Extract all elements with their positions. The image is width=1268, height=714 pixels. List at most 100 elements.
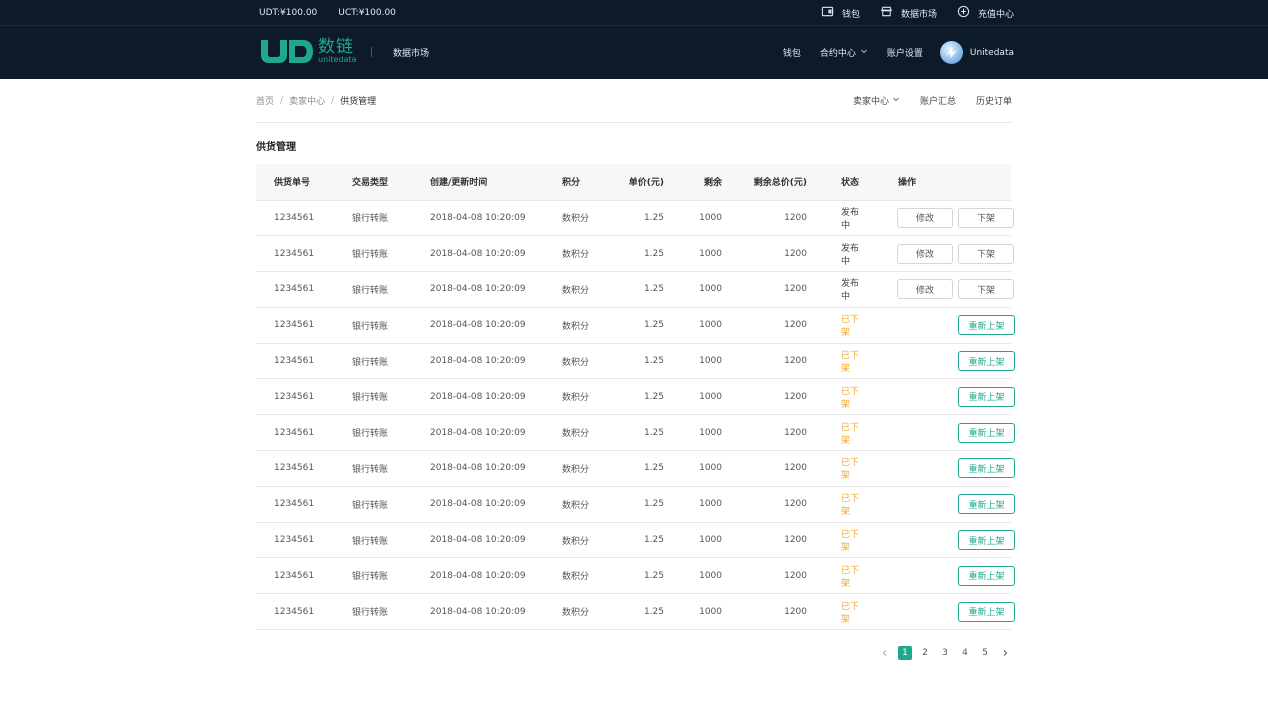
- relist-button[interactable]: 重新上架: [958, 530, 1015, 551]
- cell-remaining: 1000: [699, 570, 722, 581]
- cell-points: 数积分: [562, 321, 590, 332]
- user-menu[interactable]: Unitedata: [939, 41, 1014, 64]
- col-header-price: 单价(元): [628, 178, 664, 189]
- relist-button[interactable]: 重新上架: [958, 386, 1015, 407]
- row-actions: 重新上架: [897, 422, 1015, 443]
- row-actions: 重新上架: [897, 386, 1015, 407]
- cell-points: 数积分: [562, 285, 590, 296]
- relist-button[interactable]: 重新上架: [958, 458, 1015, 479]
- cell-status: 已下架: [841, 565, 860, 589]
- cell-total: 1200: [784, 570, 807, 581]
- brand-text: 数链 unitedata: [318, 38, 356, 64]
- page-3-button[interactable]: 3: [938, 646, 952, 660]
- pagination-wrap: 12345: [256, 646, 1012, 676]
- chevron-left-icon[interactable]: [878, 646, 892, 660]
- relist-button[interactable]: 重新上架: [958, 422, 1015, 443]
- chevron-down-icon: [892, 95, 900, 106]
- relist-button[interactable]: 重新上架: [958, 601, 1015, 622]
- breadcrumb-seller-center[interactable]: 卖家中心: [289, 94, 325, 107]
- col-header-id: 供货单号: [274, 178, 311, 189]
- cell-id: 1234561: [274, 535, 315, 546]
- subnav-history-orders[interactable]: 历史订单: [976, 94, 1012, 107]
- relist-button[interactable]: 重新上架: [958, 351, 1015, 372]
- cell-status: 已下架: [841, 458, 860, 482]
- cell-total: 1200: [784, 320, 807, 331]
- edit-button[interactable]: 修改: [897, 243, 953, 264]
- delist-button[interactable]: 下架: [958, 207, 1014, 228]
- cell-total: 1200: [784, 606, 807, 617]
- col-header-actions: 操作: [898, 178, 917, 189]
- nav-divider: [371, 47, 372, 57]
- subnav-seller-center[interactable]: 卖家中心: [853, 94, 900, 107]
- relist-button[interactable]: 重新上架: [958, 494, 1015, 515]
- nav-contract-center[interactable]: 合约中心: [820, 46, 868, 59]
- row-actions: 重新上架: [897, 530, 1015, 551]
- row-actions: 修改 下架: [897, 279, 1014, 300]
- nav-wallet-link[interactable]: 钱包: [783, 46, 801, 59]
- page-4-button[interactable]: 4: [958, 646, 972, 660]
- table-row: 1234561 银行转账 2018-04-08 10:20:09 数积分 1.25 100…: [256, 558, 1015, 594]
- top-link-recharge-label: 充值中心: [977, 9, 1014, 20]
- col-header-points: 积分: [562, 178, 581, 189]
- cell-remaining: 1000: [699, 391, 722, 402]
- page-2-button[interactable]: 2: [918, 646, 932, 660]
- top-link-recharge[interactable]: 充值中心: [957, 5, 1014, 21]
- row-actions: 修改 下架: [897, 243, 1014, 264]
- table-row: 1234561 银行转账 2018-04-08 10:20:09 数积分 1.25 100…: [256, 379, 1015, 415]
- cell-points: 数积分: [562, 608, 590, 619]
- cell-actions: 重新上架: [866, 451, 1015, 487]
- cell-price: 1.25: [643, 499, 664, 510]
- breadcrumb: 首页 / 卖家中心 / 供货管理: [256, 94, 376, 108]
- cell-price: 1.25: [643, 248, 664, 259]
- cell-total: 1200: [784, 499, 807, 510]
- row-actions: 重新上架: [897, 494, 1015, 515]
- subnav-account-summary[interactable]: 账户汇总: [920, 94, 956, 107]
- cell-actions: 重新上架: [866, 343, 1015, 379]
- cell-type: 银行转账: [352, 608, 389, 619]
- page-5-button[interactable]: 5: [978, 646, 992, 660]
- cell-time: 2018-04-08 10:20:09: [430, 427, 526, 438]
- cell-time: 2018-04-08 10:20:09: [430, 606, 526, 617]
- cell-time: 2018-04-08 10:20:09: [430, 248, 526, 259]
- cell-type: 银行转账: [352, 357, 389, 368]
- cell-type: 银行转账: [352, 464, 389, 475]
- cell-id: 1234561: [274, 499, 315, 510]
- top-link-market[interactable]: 数据市场: [880, 5, 937, 21]
- table-row: 1234561 银行转账 2018-04-08 10:20:09 数积分 1.25 100…: [256, 343, 1015, 379]
- cell-status: 发布中: [841, 207, 860, 231]
- cell-type: 银行转账: [352, 500, 389, 511]
- edit-button[interactable]: 修改: [897, 279, 953, 300]
- page-1-button[interactable]: 1: [898, 646, 912, 661]
- cell-time: 2018-04-08 10:20:09: [430, 356, 526, 367]
- top-link-wallet[interactable]: 钱包: [821, 5, 860, 21]
- delist-button[interactable]: 下架: [958, 279, 1014, 300]
- cell-id: 1234561: [274, 463, 315, 474]
- cell-actions: 重新上架: [866, 307, 1015, 343]
- cell-type: 银行转账: [352, 572, 389, 583]
- top-links: 钱包 数据市场 充值中心: [821, 0, 1014, 26]
- cell-total: 1200: [784, 356, 807, 367]
- col-header-time: 创建/更新时间: [430, 178, 488, 189]
- edit-button[interactable]: 修改: [897, 207, 953, 228]
- col-header-total: 剩余总价(元): [753, 178, 807, 189]
- nav-market-link[interactable]: 数据市场: [393, 26, 429, 79]
- chevron-right-icon[interactable]: [998, 646, 1012, 660]
- cell-total: 1200: [784, 427, 807, 438]
- row-actions: 重新上架: [897, 458, 1015, 479]
- nav-account-settings[interactable]: 账户设置: [887, 46, 923, 59]
- sub-nav: 卖家中心 账户汇总 历史订单: [853, 94, 1012, 107]
- cell-points: 数积分: [562, 464, 590, 475]
- col-header-status: 状态: [841, 178, 860, 189]
- logo[interactable]: 数链 unitedata: [259, 38, 356, 67]
- chevron-down-icon: [860, 47, 868, 58]
- delist-button[interactable]: 下架: [958, 243, 1014, 264]
- cell-time: 2018-04-08 10:20:09: [430, 570, 526, 581]
- cell-status: 发布中: [841, 243, 860, 267]
- cell-type: 银行转账: [352, 250, 389, 261]
- top-bar: UDT:¥100.00 UCT:¥100.00 钱包 数据市场 充值中心: [0, 0, 1268, 26]
- cell-status: 发布中: [841, 279, 860, 303]
- breadcrumb-home[interactable]: 首页: [256, 94, 274, 107]
- cell-remaining: 1000: [699, 499, 722, 510]
- relist-button[interactable]: 重新上架: [958, 565, 1015, 586]
- relist-button[interactable]: 重新上架: [958, 315, 1015, 336]
